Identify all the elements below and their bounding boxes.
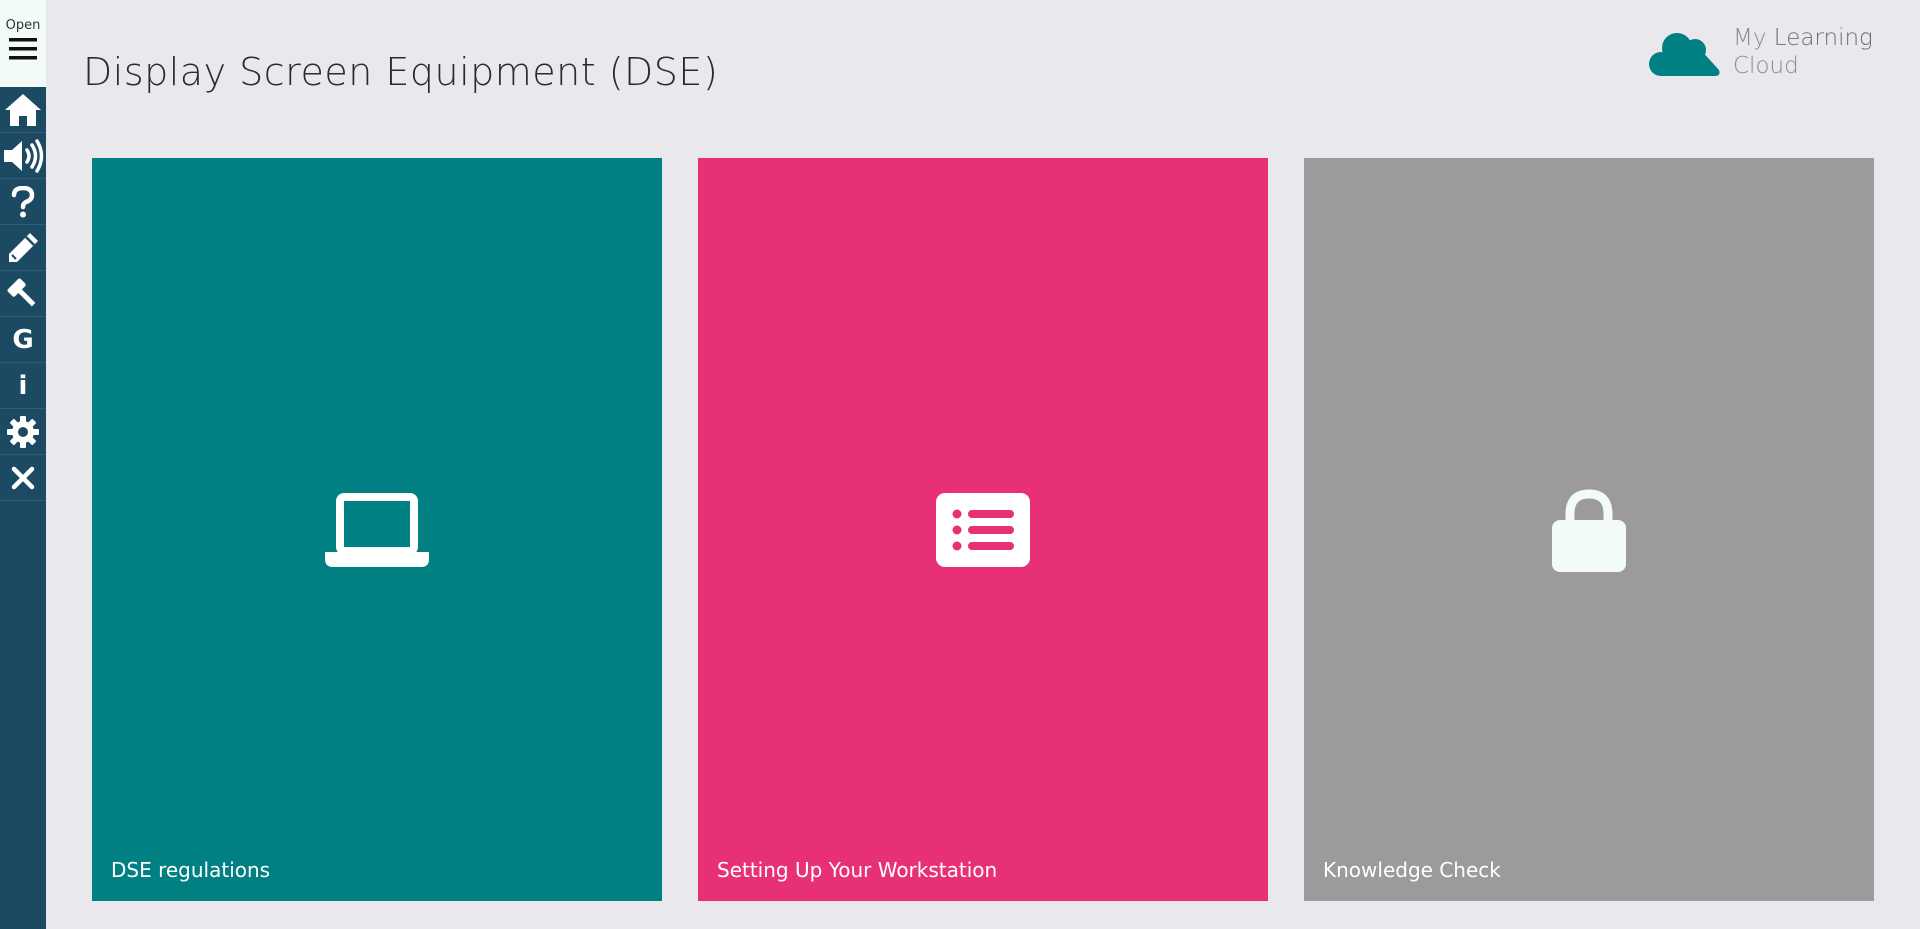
card-dse-regulations[interactable]: DSE regulations — [92, 158, 662, 901]
gavel-icon — [7, 278, 36, 306]
volume-icon — [4, 138, 44, 173]
pencil-icon — [9, 232, 38, 262]
sidebar-item-legal[interactable] — [0, 271, 46, 317]
cloud-logo-icon — [1649, 33, 1720, 76]
card-knowledge-check[interactable]: Knowledge Check — [1304, 158, 1874, 901]
logo-text: My Learning Cloud — [1733, 24, 1873, 80]
help-icon — [11, 185, 35, 217]
my-learning-cloud-logo: My Learning Cloud — [1647, 22, 1877, 82]
list-icon — [936, 492, 1030, 567]
close-icon — [11, 466, 35, 489]
home-icon — [5, 93, 41, 126]
card-setting-up-your-workstation[interactable]: Setting Up Your Workstation — [698, 158, 1268, 901]
glossary-icon: G — [12, 324, 34, 355]
page-title: Display Screen Equipment (DSE) — [83, 50, 719, 94]
sidebar-item-close[interactable] — [0, 455, 46, 501]
sidebar-item-home[interactable] — [0, 87, 46, 133]
lock-icon — [1552, 488, 1626, 572]
logo-text-learning: Learning — [1773, 25, 1873, 51]
sidebar-item-settings[interactable] — [0, 409, 46, 455]
sidebar-item-help[interactable] — [0, 179, 46, 225]
hamburger-icon — [9, 38, 37, 60]
sidebar-item-audio[interactable] — [0, 133, 46, 179]
logo-text-cloud: Cloud — [1733, 53, 1799, 79]
info-icon: i — [18, 370, 28, 401]
sidebar-item-glossary[interactable]: G — [0, 317, 46, 363]
menu-open-toggle[interactable]: Open — [0, 0, 46, 87]
card-label: Knowledge Check — [1323, 858, 1501, 882]
sidebar: G i — [0, 87, 46, 929]
gear-icon — [7, 415, 39, 448]
laptop-icon — [325, 492, 429, 567]
open-label: Open — [5, 18, 41, 33]
card-label: DSE regulations — [111, 858, 271, 882]
card-label: Setting Up Your Workstation — [717, 858, 998, 882]
sidebar-item-info[interactable]: i — [0, 363, 46, 409]
sidebar-item-notes[interactable] — [0, 225, 46, 271]
logo-text-my: My — [1733, 25, 1767, 51]
